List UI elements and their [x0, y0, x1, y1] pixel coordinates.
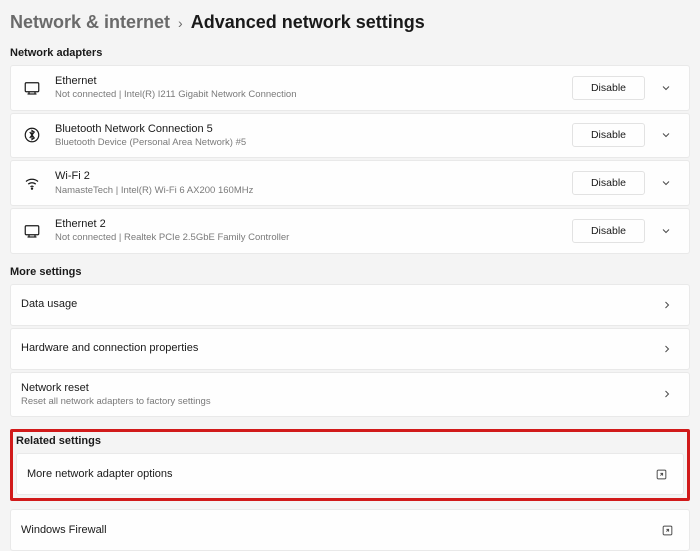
adapter-text: Ethernet 2 Not connected | Realtek PCIe … — [55, 217, 572, 245]
external-link-icon — [649, 462, 673, 486]
setting-row-more-adapter-options[interactable]: More network adapter options — [16, 453, 684, 495]
adapter-text: Ethernet Not connected | Intel(R) I211 G… — [55, 74, 572, 102]
chevron-down-icon[interactable] — [653, 122, 679, 148]
setting-sub: Reset all network adapters to factory se… — [21, 396, 655, 408]
setting-text: Network reset Reset all network adapters… — [21, 381, 655, 409]
disable-button[interactable]: Disable — [572, 219, 645, 243]
adapter-title: Ethernet 2 — [55, 217, 572, 231]
chevron-down-icon[interactable] — [653, 218, 679, 244]
setting-title: Hardware and connection properties — [21, 341, 655, 355]
adapter-row[interactable]: Ethernet 2 Not connected | Realtek PCIe … — [10, 208, 690, 254]
more-list: Data usage Hardware and connection prope… — [10, 284, 690, 418]
adapter-title: Ethernet — [55, 74, 572, 88]
ethernet-icon — [21, 220, 43, 242]
section-label-more: More settings — [10, 266, 690, 278]
setting-row-data-usage[interactable]: Data usage — [10, 284, 690, 326]
adapter-row[interactable]: Bluetooth Network Connection 5 Bluetooth… — [10, 113, 690, 159]
highlight-box: Related settings More network adapter op… — [10, 429, 690, 501]
setting-title: Network reset — [21, 381, 655, 395]
adapter-list: Ethernet Not connected | Intel(R) I211 G… — [10, 65, 690, 254]
wifi-icon — [21, 172, 43, 194]
setting-text: More network adapter options — [27, 467, 649, 481]
setting-row-hardware[interactable]: Hardware and connection properties — [10, 328, 690, 370]
related-list-extra: Windows Firewall — [10, 509, 690, 551]
disable-button[interactable]: Disable — [572, 123, 645, 147]
chevron-down-icon[interactable] — [653, 75, 679, 101]
chevron-right-icon — [655, 293, 679, 317]
disable-button[interactable]: Disable — [572, 171, 645, 195]
adapter-title: Wi-Fi 2 — [55, 169, 572, 183]
setting-title: Data usage — [21, 297, 655, 311]
breadcrumb: Network & internet › Advanced network se… — [10, 12, 690, 33]
section-label-related: Related settings — [16, 435, 684, 447]
setting-title: More network adapter options — [27, 467, 649, 481]
breadcrumb-parent[interactable]: Network & internet — [10, 12, 170, 33]
setting-text: Hardware and connection properties — [21, 341, 655, 355]
related-list: More network adapter options — [16, 453, 684, 495]
adapter-text: Bluetooth Network Connection 5 Bluetooth… — [55, 122, 572, 150]
setting-row-network-reset[interactable]: Network reset Reset all network adapters… — [10, 372, 690, 418]
setting-title: Windows Firewall — [21, 523, 655, 537]
setting-text: Data usage — [21, 297, 655, 311]
chevron-right-icon: › — [178, 15, 183, 31]
adapter-text: Wi-Fi 2 NamasteTech | Intel(R) Wi-Fi 6 A… — [55, 169, 572, 197]
bluetooth-icon — [21, 124, 43, 146]
adapter-sub: Not connected | Realtek PCIe 2.5GbE Fami… — [55, 232, 572, 244]
page-title: Advanced network settings — [191, 12, 425, 33]
adapter-sub: NamasteTech | Intel(R) Wi-Fi 6 AX200 160… — [55, 185, 572, 197]
adapter-row[interactable]: Wi-Fi 2 NamasteTech | Intel(R) Wi-Fi 6 A… — [10, 160, 690, 206]
chevron-down-icon[interactable] — [653, 170, 679, 196]
chevron-right-icon — [655, 382, 679, 406]
chevron-right-icon — [655, 337, 679, 361]
setting-text: Windows Firewall — [21, 523, 655, 537]
adapter-sub: Not connected | Intel(R) I211 Gigabit Ne… — [55, 89, 572, 101]
disable-button[interactable]: Disable — [572, 76, 645, 100]
adapter-sub: Bluetooth Device (Personal Area Network)… — [55, 137, 572, 149]
setting-row-windows-firewall[interactable]: Windows Firewall — [10, 509, 690, 551]
adapter-row[interactable]: Ethernet Not connected | Intel(R) I211 G… — [10, 65, 690, 111]
section-label-adapters: Network adapters — [10, 47, 690, 59]
ethernet-icon — [21, 77, 43, 99]
adapter-title: Bluetooth Network Connection 5 — [55, 122, 572, 136]
